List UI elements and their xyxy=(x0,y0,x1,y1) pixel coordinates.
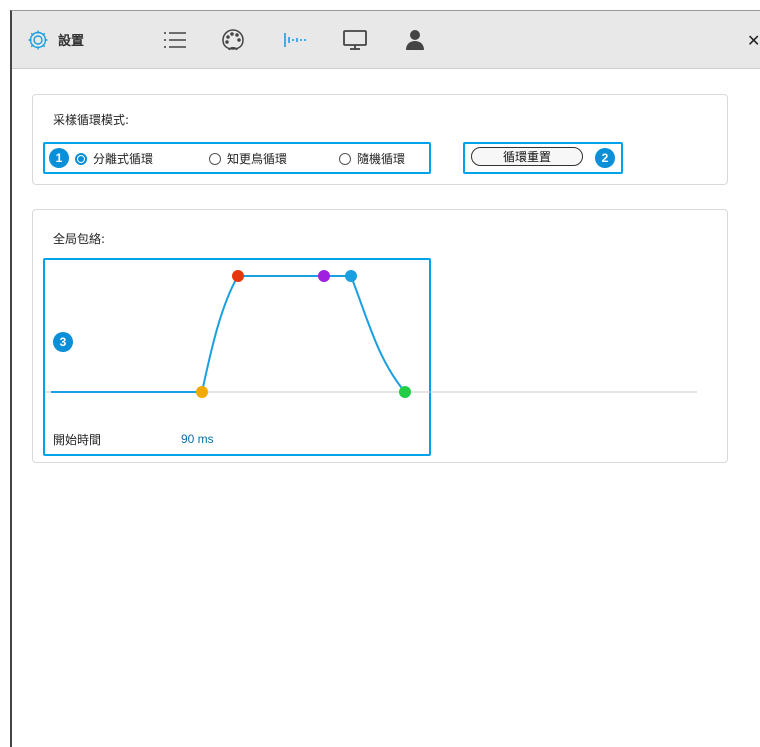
radio-label-random: 隨機循環 xyxy=(357,152,406,166)
loop-mode-title: 采樣循環模式: xyxy=(53,113,130,127)
loop-reset-button[interactable]: 循環重置 xyxy=(471,147,583,166)
list-icon[interactable] xyxy=(162,25,188,55)
close-icon[interactable]: ✕ xyxy=(747,25,760,55)
envelope-point-start[interactable] xyxy=(196,386,208,398)
radio-label-robin: 知更鳥循環 xyxy=(227,152,288,166)
toolbar: 設置 ✕ xyxy=(12,11,760,69)
badge-2: 2 xyxy=(595,148,615,168)
envelope-graph xyxy=(45,270,697,398)
loop-mode-panel: 采樣循環模式: 1 分離式循環 知更鳥循環 隨機循環 循環重置 2 xyxy=(32,94,728,185)
radio-label-separate: 分離式循環 xyxy=(93,152,154,166)
radio-robin-loop[interactable]: 知更鳥循環 xyxy=(209,150,287,167)
radio-dot[interactable] xyxy=(339,152,351,165)
loop-mode-options-group: 1 分離式循環 知更鳥循環 隨機循環 xyxy=(43,142,431,174)
envelope-point-attack[interactable] xyxy=(232,270,244,282)
radio-random-loop[interactable]: 隨機循環 xyxy=(339,150,405,167)
monitor-icon[interactable] xyxy=(342,25,368,55)
toolbar-title: 設置 xyxy=(58,34,85,49)
settings-window: 設置 ✕ 采樣循環模式: 1 分離式循環 知更鳥循環 隨機循環 循環重置 2 全… xyxy=(10,10,760,747)
envelope-point-decay[interactable] xyxy=(345,270,357,282)
waveform-icon[interactable] xyxy=(282,25,308,55)
radio-dot-selected[interactable] xyxy=(75,152,87,165)
radio-separate-loop[interactable]: 分離式循環 xyxy=(75,150,153,167)
badge-1: 1 xyxy=(49,148,69,168)
envelope-curve xyxy=(51,275,406,393)
envelope-point-hold[interactable] xyxy=(318,270,330,282)
user-icon[interactable] xyxy=(404,25,426,55)
palette-icon[interactable] xyxy=(220,25,246,55)
radio-dot[interactable] xyxy=(209,152,221,165)
global-envelope-panel: 全局包絡: 3 開始時間 90 ms xyxy=(32,209,728,463)
loop-reset-group: 循環重置 2 xyxy=(463,142,623,174)
gear-icon[interactable] xyxy=(26,25,50,55)
envelope-point-release[interactable] xyxy=(399,386,411,398)
